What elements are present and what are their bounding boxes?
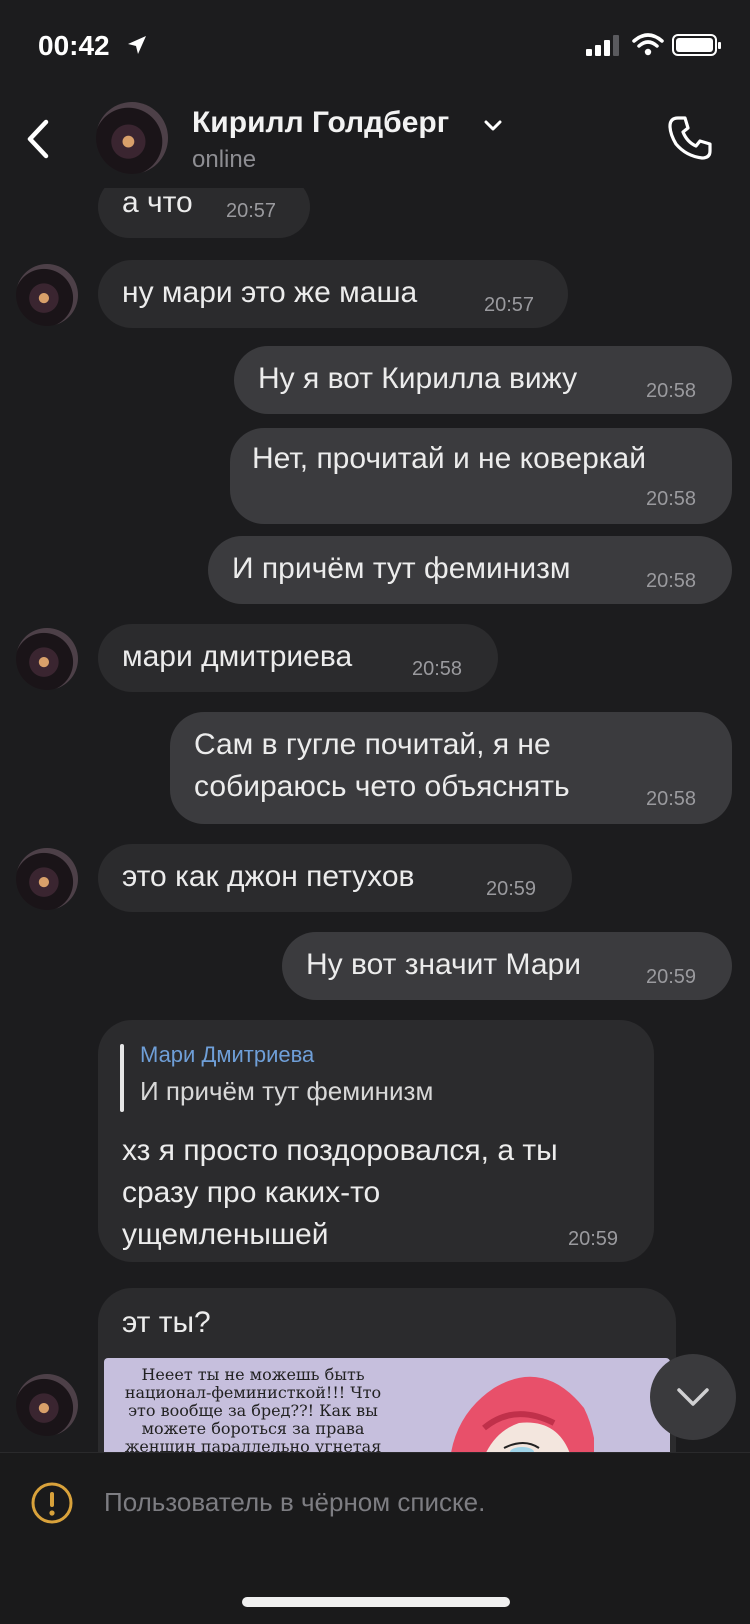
back-chevron-icon[interactable] xyxy=(18,114,58,164)
message-text: эт ты? xyxy=(122,1306,211,1339)
quote-bar xyxy=(120,1044,124,1112)
blocked-notice: Пользователь в чёрном списке. xyxy=(104,1487,486,1517)
message-bubble-incoming[interactable]: мари дмитриева 20:58 xyxy=(98,624,498,692)
message-bubble-outgoing[interactable]: Ну вот значит Мари 20:59 xyxy=(282,932,732,1000)
status-bar: 00:42 xyxy=(0,0,750,92)
message-time: 20:59 xyxy=(486,878,537,900)
message-time: 20:58 xyxy=(646,488,697,510)
comic-image-attachment[interactable]: Нееет ты не можешь быть национал-феминис… xyxy=(104,1358,670,1452)
comic-caption-line: женщин параллельно угнетая xyxy=(124,1437,382,1453)
message-time: 20:57 xyxy=(226,200,277,222)
location-arrow-icon xyxy=(128,36,146,54)
quote-author[interactable]: Мари Дмитриева xyxy=(140,1042,314,1068)
comic-caption: Нееет ты не можешь быть национал-феминис… xyxy=(118,1365,388,1453)
comic-caption-line: это вообще за бред??! Как вы xyxy=(128,1401,378,1420)
sender-avatar[interactable] xyxy=(16,628,78,690)
message-bubble-incoming[interactable]: это как джон петухов 20:59 xyxy=(98,844,572,912)
sender-avatar[interactable] xyxy=(16,264,78,326)
message-time: 20:59 xyxy=(646,966,697,988)
message-time: 20:57 xyxy=(484,294,535,316)
message-bubble-outgoing[interactable]: Сам в гугле почитай, я не собираюсь чето… xyxy=(170,712,732,824)
comic-character-drawing xyxy=(451,1376,594,1452)
contact-avatar[interactable] xyxy=(96,102,168,174)
battery-icon xyxy=(672,34,721,56)
message-text: Ну я вот Кирилла вижу xyxy=(258,362,578,395)
sender-avatar[interactable] xyxy=(16,848,78,910)
contact-status: online xyxy=(192,146,257,173)
message-text: Ну вот значит Мари xyxy=(306,948,581,981)
message-text-line: Сам в гугле почитай, я не xyxy=(194,728,551,761)
comic-caption-line: можете бороться за права xyxy=(141,1419,365,1438)
comic-caption-line: национал-феминисткой!!! Что xyxy=(124,1383,382,1402)
blocked-footer: Пользователь в чёрном списке. xyxy=(0,1452,750,1624)
phone-call-icon[interactable] xyxy=(664,112,716,164)
message-bubble-reply[interactable]: Мари Дмитриева И причём тут феминизм хз … xyxy=(98,1020,654,1262)
message-text-line: ущемленышей xyxy=(122,1218,329,1251)
message-bubble-outgoing[interactable]: И причём тут феминизм 20:58 xyxy=(208,536,732,604)
quote-text[interactable]: И причём тут феминизм xyxy=(140,1076,433,1107)
message-time: 20:58 xyxy=(646,570,697,592)
message-text-line: сразу про каких-то xyxy=(122,1176,381,1209)
cellular-signal-icon xyxy=(586,35,619,56)
chevron-down-icon xyxy=(677,1388,709,1406)
message-text: И причём тут феминизм xyxy=(232,552,571,585)
message-text-line: собираюсь чето объяснять xyxy=(194,770,570,803)
comic-caption-line: Нееет ты не можешь быть xyxy=(141,1365,365,1384)
message-bubble-incoming[interactable]: ну мари это же маша 20:57 xyxy=(98,260,568,328)
message-time: 20:58 xyxy=(646,788,697,810)
warning-icon xyxy=(31,1482,73,1524)
wifi-icon xyxy=(632,33,664,56)
message-text: ну мари это же маша xyxy=(122,276,418,309)
sender-avatar[interactable] xyxy=(16,1374,78,1436)
message-list[interactable]: а что 20:57 ну мари это же маша 20:57 Ну… xyxy=(0,188,750,1452)
message-text: Нет, прочитай и не коверкай xyxy=(252,442,646,475)
message-bubble-outgoing[interactable]: Ну я вот Кирилла вижу 20:58 xyxy=(234,346,732,414)
message-bubble-incoming[interactable]: а что 20:57 xyxy=(98,188,310,238)
message-text: а что xyxy=(122,188,193,219)
home-indicator[interactable] xyxy=(242,1597,510,1607)
scroll-to-bottom-button[interactable] xyxy=(650,1354,736,1440)
message-text-line: хз я просто поздоровался, а ты xyxy=(122,1134,558,1167)
message-time: 20:58 xyxy=(412,658,463,680)
message-time: 20:58 xyxy=(646,380,697,402)
message-text: это как джон петухов xyxy=(122,860,415,893)
status-time: 00:42 xyxy=(38,30,110,61)
message-bubble-outgoing[interactable]: Нет, прочитай и не коверкай 20:58 xyxy=(230,428,732,524)
message-time: 20:59 xyxy=(568,1228,619,1250)
chat-header: Кирилл Голдберг online xyxy=(0,92,750,188)
chevron-down-icon[interactable] xyxy=(482,114,504,136)
message-text: мари дмитриева xyxy=(122,640,353,673)
contact-name[interactable]: Кирилл Голдберг xyxy=(192,106,449,140)
